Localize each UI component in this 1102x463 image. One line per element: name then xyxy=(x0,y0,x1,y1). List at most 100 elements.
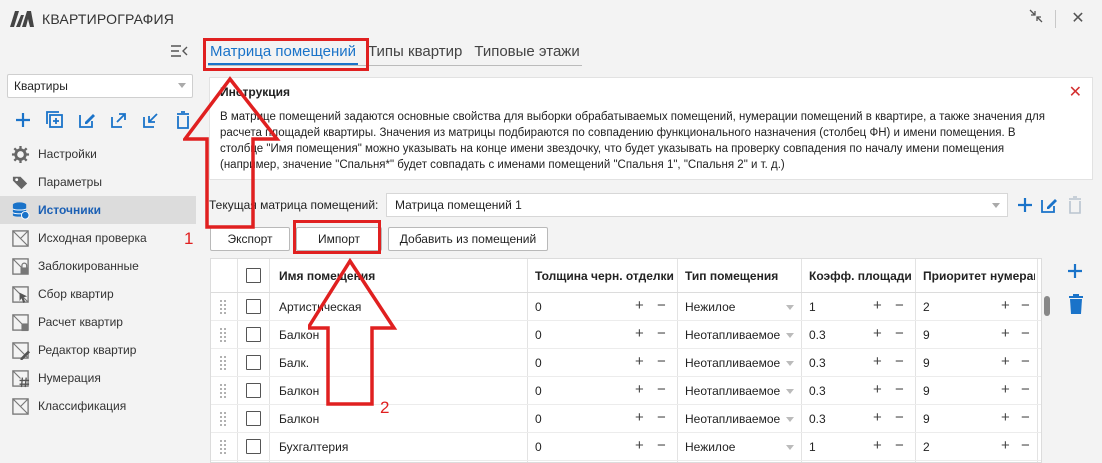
drag-handle-icon[interactable] xyxy=(219,383,227,399)
column-header[interactable]: Тип помещения xyxy=(685,269,799,283)
priority-cell[interactable]: 2 xyxy=(923,440,930,454)
thickness-cell[interactable]: 0 xyxy=(535,300,542,314)
room-type-cell[interactable]: Неотапливаемое xyxy=(685,328,780,342)
increment-button[interactable]: + xyxy=(873,326,882,342)
area-coef-cell[interactable]: 0.3 xyxy=(809,384,826,398)
room-name-cell[interactable]: Бухгалтерия xyxy=(279,440,348,454)
decrement-button[interactable]: − xyxy=(895,438,904,454)
decrement-button[interactable]: − xyxy=(657,382,666,398)
decrement-button[interactable]: − xyxy=(895,326,904,342)
drag-handle-icon[interactable] xyxy=(219,299,227,315)
sidebar-item-sources[interactable]: Источники xyxy=(0,196,196,224)
increment-button[interactable]: + xyxy=(1001,438,1010,454)
edit-matrix-button[interactable] xyxy=(1039,195,1059,215)
decrement-button[interactable]: − xyxy=(1021,326,1030,342)
column-header[interactable]: Коэфф. площади xyxy=(809,269,913,283)
area-coef-cell[interactable]: 1 xyxy=(809,440,816,454)
sidebar-item-numbering[interactable]: Нумерация xyxy=(0,364,196,392)
area-coef-cell[interactable]: 0.3 xyxy=(809,328,826,342)
room-type-cell[interactable]: Неотапливаемое xyxy=(685,384,780,398)
decrement-button[interactable]: − xyxy=(657,298,666,314)
increment-button[interactable]: + xyxy=(1001,298,1010,314)
increment-button[interactable]: + xyxy=(635,326,644,342)
priority-cell[interactable]: 9 xyxy=(923,356,930,370)
thickness-cell[interactable]: 0 xyxy=(535,384,542,398)
decrement-button[interactable]: − xyxy=(657,354,666,370)
minimize-arrows-icon[interactable] xyxy=(1026,9,1046,29)
room-name-cell[interactable]: Балк. xyxy=(279,356,309,370)
room-type-cell[interactable]: Нежилое xyxy=(685,440,735,454)
increment-button[interactable]: + xyxy=(1001,354,1010,370)
column-header[interactable]: Толщина черн. отделки xyxy=(535,269,675,283)
increment-button[interactable]: + xyxy=(1001,326,1010,342)
increment-button[interactable]: + xyxy=(873,438,882,454)
thickness-cell[interactable]: 0 xyxy=(535,356,542,370)
row-checkbox[interactable] xyxy=(246,327,261,342)
drag-handle-icon[interactable] xyxy=(219,355,227,371)
increment-button[interactable]: + xyxy=(873,410,882,426)
grid-scrollbar-thumb[interactable] xyxy=(1044,296,1050,316)
decrement-button[interactable]: − xyxy=(657,410,666,426)
decrement-button[interactable]: − xyxy=(895,382,904,398)
decrement-button[interactable]: − xyxy=(1021,438,1030,454)
row-checkbox[interactable] xyxy=(246,411,261,426)
priority-cell[interactable]: 9 xyxy=(923,412,930,426)
duplicate-button[interactable] xyxy=(39,108,71,132)
row-checkbox[interactable] xyxy=(246,355,261,370)
room-type-cell[interactable]: Неотапливаемое xyxy=(685,356,780,370)
decrement-button[interactable]: − xyxy=(895,410,904,426)
row-checkbox[interactable] xyxy=(246,439,261,454)
tab-typical-floors[interactable]: Типовые этажи xyxy=(472,42,581,65)
decrement-button[interactable]: − xyxy=(895,354,904,370)
thickness-cell[interactable]: 0 xyxy=(535,440,542,454)
row-checkbox[interactable] xyxy=(246,383,261,398)
increment-button[interactable]: + xyxy=(873,354,882,370)
increment-button[interactable]: + xyxy=(635,354,644,370)
sidebar-item-settings[interactable]: Настройки xyxy=(0,140,196,168)
increment-button[interactable]: + xyxy=(1001,382,1010,398)
sidebar-item-editor[interactable]: Редактор квартир xyxy=(0,336,196,364)
close-window-icon[interactable]: ✕ xyxy=(1068,9,1088,29)
increment-button[interactable]: + xyxy=(635,382,644,398)
export-button[interactable] xyxy=(103,108,135,132)
priority-cell[interactable]: 2 xyxy=(923,300,930,314)
thickness-cell[interactable]: 0 xyxy=(535,412,542,426)
drag-handle-icon[interactable] xyxy=(219,411,227,427)
sidebar-item-classification[interactable]: Классификация xyxy=(0,392,196,420)
decrement-button[interactable]: − xyxy=(1021,410,1030,426)
increment-button[interactable]: + xyxy=(873,382,882,398)
drag-handle-icon[interactable] xyxy=(219,327,227,343)
mode-select[interactable]: Квартиры xyxy=(7,74,193,98)
add-row-button[interactable] xyxy=(1066,262,1086,282)
area-coef-cell[interactable]: 0.3 xyxy=(809,412,826,426)
priority-cell[interactable]: 9 xyxy=(923,384,930,398)
increment-button[interactable]: + xyxy=(635,438,644,454)
increment-button[interactable]: + xyxy=(635,410,644,426)
area-coef-cell[interactable]: 0.3 xyxy=(809,356,826,370)
increment-button[interactable]: + xyxy=(1001,410,1010,426)
decrement-button[interactable]: − xyxy=(1021,382,1030,398)
decrement-button[interactable]: − xyxy=(1021,298,1030,314)
delete-matrix-button[interactable] xyxy=(1065,195,1085,215)
sidebar-item-collect[interactable]: Сбор квартир xyxy=(0,280,196,308)
sidebar-item-blocked[interactable]: Заблокированные xyxy=(0,252,196,280)
sidebar-item-calc[interactable]: Расчет квартир xyxy=(0,308,196,336)
thickness-cell[interactable]: 0 xyxy=(535,328,542,342)
select-all-checkbox[interactable] xyxy=(246,268,261,283)
increment-button[interactable]: + xyxy=(635,298,644,314)
increment-button[interactable]: + xyxy=(873,298,882,314)
decrement-button[interactable]: − xyxy=(895,298,904,314)
collapse-sidebar-icon[interactable] xyxy=(170,44,190,60)
decrement-button[interactable]: − xyxy=(657,438,666,454)
import-button[interactable] xyxy=(135,108,167,132)
drag-handle-icon[interactable] xyxy=(219,439,227,455)
current-matrix-select[interactable]: Матрица помещений 1 xyxy=(386,193,1008,217)
add-from-rooms-button[interactable]: Добавить из помещений xyxy=(388,227,548,251)
edit-button[interactable] xyxy=(71,108,103,132)
delete-row-button[interactable] xyxy=(1067,293,1085,315)
sidebar-item-parameters[interactable]: Параметры xyxy=(0,168,196,196)
room-type-cell[interactable]: Нежилое xyxy=(685,300,735,314)
row-checkbox[interactable] xyxy=(246,299,261,314)
room-type-cell[interactable]: Неотапливаемое xyxy=(685,412,780,426)
column-header[interactable]: Приоритет нумерац xyxy=(923,269,1035,283)
